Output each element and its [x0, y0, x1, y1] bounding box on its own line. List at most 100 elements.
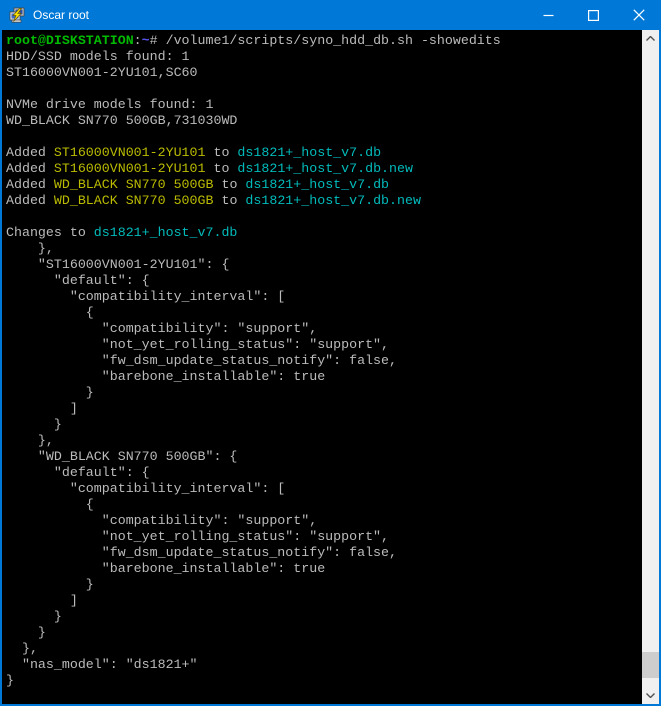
terminal-line: "compatibility": "support", [6, 321, 642, 337]
terminal-line: "barebone_installable": true [6, 369, 642, 385]
terminal-text-segment: }, [6, 641, 38, 656]
terminal-text-segment: }, [6, 433, 54, 448]
terminal-text-segment: WD_BLACK SN770 500GB [54, 193, 214, 208]
terminal-line: ST16000VN001-2YU101,SC60 [6, 65, 642, 81]
maximize-icon [588, 10, 599, 21]
terminal-line: } [6, 609, 642, 625]
terminal-text-segment: "nas_model": "ds1821+" [6, 657, 198, 672]
terminal-line: root@DISKSTATION:~# /volume1/scripts/syn… [6, 33, 642, 49]
terminal-line: Changes to ds1821+_host_v7.db [6, 225, 642, 241]
close-icon [633, 9, 645, 21]
terminal-text-segment: Added [6, 145, 54, 160]
terminal-line [6, 81, 642, 97]
scroll-down-button[interactable] [642, 687, 659, 704]
putty-window: Oscar root root@DISKSTATION:~# /volume1/… [0, 0, 661, 706]
terminal-text-segment: WD_BLACK SN770 500GB [54, 177, 214, 192]
terminal-text-segment: "WD_BLACK SN770 500GB": { [6, 449, 237, 464]
terminal-line: } [6, 625, 642, 641]
terminal-text-segment: HDD/SSD models found: 1 [6, 49, 190, 64]
terminal-line: Added ST16000VN001-2YU101 to ds1821+_hos… [6, 145, 642, 161]
terminal-line: { [6, 305, 642, 321]
terminal-text-segment: Added [6, 177, 54, 192]
terminal-text-segment: # /volume1/scripts/syno_hdd_db.sh -showe… [150, 33, 501, 48]
terminal-output[interactable]: root@DISKSTATION:~# /volume1/scripts/syn… [2, 30, 642, 704]
terminal-line: Added WD_BLACK SN770 500GB to ds1821+_ho… [6, 193, 642, 209]
title-bar[interactable]: Oscar root [0, 0, 661, 30]
terminal-text-segment: : [134, 33, 142, 48]
terminal-line: "WD_BLACK SN770 500GB": { [6, 449, 642, 465]
terminal-line: Added ST16000VN001-2YU101 to ds1821+_hos… [6, 161, 642, 177]
terminal-text-segment: Changes to [6, 225, 94, 240]
terminal-line: ] [6, 401, 642, 417]
terminal-line: "compatibility_interval": [ [6, 481, 642, 497]
terminal-line: ] [6, 593, 642, 609]
terminal-line: "default": { [6, 465, 642, 481]
terminal-text-segment: "barebone_installable": true [6, 369, 325, 384]
terminal-text-segment: "not_yet_rolling_status": "support", [6, 337, 389, 352]
minimize-icon [543, 10, 554, 21]
terminal-text-segment: ~ [142, 33, 150, 48]
terminal-line: "not_yet_rolling_status": "support", [6, 337, 642, 353]
close-button[interactable] [616, 0, 661, 30]
terminal-line: WD_BLACK SN770 500GB,731030WD [6, 113, 642, 129]
terminal-text-segment: to [206, 145, 238, 160]
window-body: root@DISKSTATION:~# /volume1/scripts/syn… [2, 30, 659, 704]
scrollbar-thumb[interactable] [642, 652, 659, 678]
terminal-text-segment: "compatibility": "support", [6, 513, 317, 528]
terminal-text-segment: ST16000VN001-2YU101 [54, 161, 206, 176]
terminal-text-segment: ST16000VN001-2YU101 [54, 145, 206, 160]
terminal-text-segment: "compatibility": "support", [6, 321, 317, 336]
terminal-line: } [6, 417, 642, 433]
terminal-text-segment: } [6, 417, 62, 432]
terminal-line: } [6, 577, 642, 593]
terminal-text-segment: NVMe drive models found: 1 [6, 97, 213, 112]
terminal-line: "barebone_installable": true [6, 561, 642, 577]
terminal-line [6, 129, 642, 145]
terminal-text-segment: ] [6, 401, 78, 416]
terminal-text-segment: { [6, 305, 94, 320]
terminal-text-segment: }, [6, 241, 54, 256]
scroll-up-button[interactable] [642, 30, 659, 47]
terminal-text-segment: "default": { [6, 273, 150, 288]
terminal-text-segment: "compatibility_interval": [ [6, 289, 285, 304]
terminal-text-segment: "fw_dsm_update_status_notify": false, [6, 545, 397, 560]
terminal-line: "fw_dsm_update_status_notify": false, [6, 545, 642, 561]
terminal-line: "nas_model": "ds1821+" [6, 657, 642, 673]
scrollbar[interactable] [642, 30, 659, 704]
terminal-text-segment: } [6, 577, 94, 592]
terminal-text-segment: ds1821+_host_v7.db.new [245, 193, 421, 208]
terminal-line: "compatibility": "support", [6, 513, 642, 529]
terminal-line: }, [6, 433, 642, 449]
terminal-text-segment: "not_yet_rolling_status": "support", [6, 529, 389, 544]
terminal-text-segment: Added [6, 193, 54, 208]
terminal-text-segment: Added [6, 161, 54, 176]
terminal-text-segment: "ST16000VN001-2YU101": { [6, 257, 229, 272]
terminal-line: "fw_dsm_update_status_notify": false, [6, 353, 642, 369]
terminal-text-segment: } [6, 609, 62, 624]
terminal-line: { [6, 497, 642, 513]
maximize-button[interactable] [571, 0, 616, 30]
terminal-line: HDD/SSD models found: 1 [6, 49, 642, 65]
terminal-line: Added WD_BLACK SN770 500GB to ds1821+_ho… [6, 177, 642, 193]
terminal-text-segment: { [6, 497, 94, 512]
terminal-text-segment: ] [6, 593, 78, 608]
terminal-text-segment: root@DISKSTATION [6, 33, 134, 48]
terminal-text-segment: ds1821+_host_v7.db [245, 177, 389, 192]
terminal-line: "ST16000VN001-2YU101": { [6, 257, 642, 273]
terminal-line: "compatibility_interval": [ [6, 289, 642, 305]
terminal-line: } [6, 673, 642, 689]
terminal-line: }, [6, 641, 642, 657]
terminal-text-segment: "default": { [6, 465, 150, 480]
terminal-text-segment: } [6, 673, 14, 688]
terminal-text-segment: } [6, 385, 94, 400]
terminal-text-segment: "barebone_installable": true [6, 561, 325, 576]
terminal-text-segment: ST16000VN001-2YU101,SC60 [6, 65, 198, 80]
putty-icon [9, 7, 25, 23]
terminal-line: }, [6, 241, 642, 257]
minimize-button[interactable] [526, 0, 571, 30]
terminal-text-segment: WD_BLACK SN770 500GB,731030WD [6, 113, 237, 128]
terminal-line: "not_yet_rolling_status": "support", [6, 529, 642, 545]
terminal-line [6, 209, 642, 225]
window-title: Oscar root [33, 0, 89, 30]
terminal-text-segment: } [6, 625, 46, 640]
